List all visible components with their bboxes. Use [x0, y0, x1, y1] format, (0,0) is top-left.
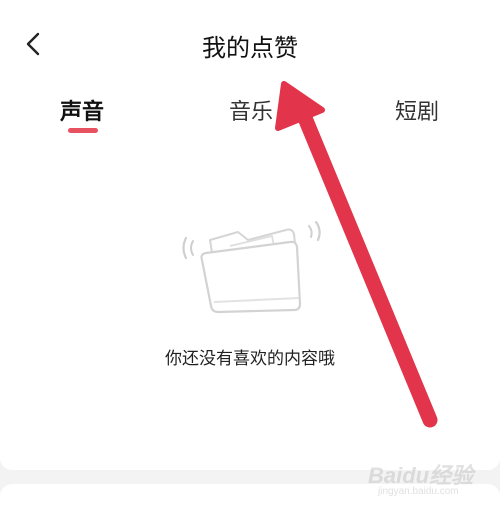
tab-bar: 声音 音乐 短剧 — [0, 90, 500, 142]
baidu-jingyan-watermark: Baidu经验 jingyan.baidu.com — [364, 458, 484, 502]
page-title: 我的点赞 — [202, 34, 298, 62]
tab-sound[interactable]: 声音 — [60, 94, 104, 126]
watermark-sub-text: jingyan.baidu.com — [378, 486, 459, 497]
app-header: 我的点赞 — [0, 0, 500, 90]
tab-short-drama[interactable]: 短剧 — [395, 94, 439, 126]
content-area: 你还没有喜欢的内容哦 — [0, 142, 500, 470]
empty-state-message: 你还没有喜欢的内容哦 — [165, 349, 335, 369]
active-tab-indicator — [68, 128, 98, 133]
tab-music[interactable]: 音乐 — [229, 94, 273, 126]
empty-folder-icon — [182, 220, 321, 314]
